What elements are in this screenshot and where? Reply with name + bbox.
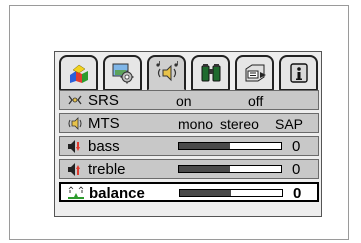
balance-icon xyxy=(67,186,85,201)
gear-picture-icon xyxy=(112,63,133,84)
balance-value: 0 xyxy=(293,185,302,202)
balance-label: balance xyxy=(89,185,145,202)
srs-option-on[interactable]: on xyxy=(176,93,192,109)
treble-row[interactable]: treble 0 xyxy=(59,159,319,179)
mts-label: MTS xyxy=(88,115,120,132)
mts-option-mono[interactable]: mono xyxy=(178,116,213,132)
srs-label: SRS xyxy=(88,92,119,109)
window-frame: SRS on off MTS mono stereo SAP bass 0 tr… xyxy=(9,5,349,240)
bass-label: bass xyxy=(88,138,120,155)
mts-option-stereo[interactable]: stereo xyxy=(220,116,259,132)
tab-picture-shapes[interactable] xyxy=(59,55,98,91)
srs-row[interactable]: SRS on off xyxy=(59,90,319,110)
tab-audio[interactable] xyxy=(147,55,186,91)
audio-settings-list: SRS on off MTS mono stereo SAP bass 0 tr… xyxy=(59,90,319,205)
treble-value: 0 xyxy=(292,161,301,178)
shapes-icon xyxy=(69,64,88,83)
balance-slider[interactable] xyxy=(179,189,283,197)
bass-slider[interactable] xyxy=(178,142,282,150)
bass-value: 0 xyxy=(292,138,301,155)
menu-tabs xyxy=(59,55,319,92)
binoculars-icon xyxy=(201,64,220,82)
tab-info[interactable] xyxy=(279,55,318,91)
tab-search[interactable] xyxy=(191,55,230,91)
mts-row[interactable]: MTS mono stereo SAP xyxy=(59,113,319,133)
speaker-waves-icon xyxy=(66,116,84,131)
audio-speaker-icon xyxy=(155,61,178,82)
osd-audio-menu: SRS on off MTS mono stereo SAP bass 0 tr… xyxy=(54,51,322,217)
info-icon xyxy=(289,63,308,83)
treble-label: treble xyxy=(88,161,126,178)
input-device-icon xyxy=(245,64,266,82)
treble-speaker-icon xyxy=(66,162,84,177)
bass-row[interactable]: bass 0 xyxy=(59,136,319,156)
tab-input[interactable] xyxy=(235,55,274,91)
tab-setup[interactable] xyxy=(103,55,142,91)
balance-row[interactable]: balance 0 xyxy=(59,182,319,202)
bass-speaker-icon xyxy=(66,139,84,154)
srs-option-off[interactable]: off xyxy=(248,93,263,109)
mts-option-sap[interactable]: SAP xyxy=(275,116,303,132)
srs-icon xyxy=(66,93,84,108)
treble-slider[interactable] xyxy=(178,165,282,173)
